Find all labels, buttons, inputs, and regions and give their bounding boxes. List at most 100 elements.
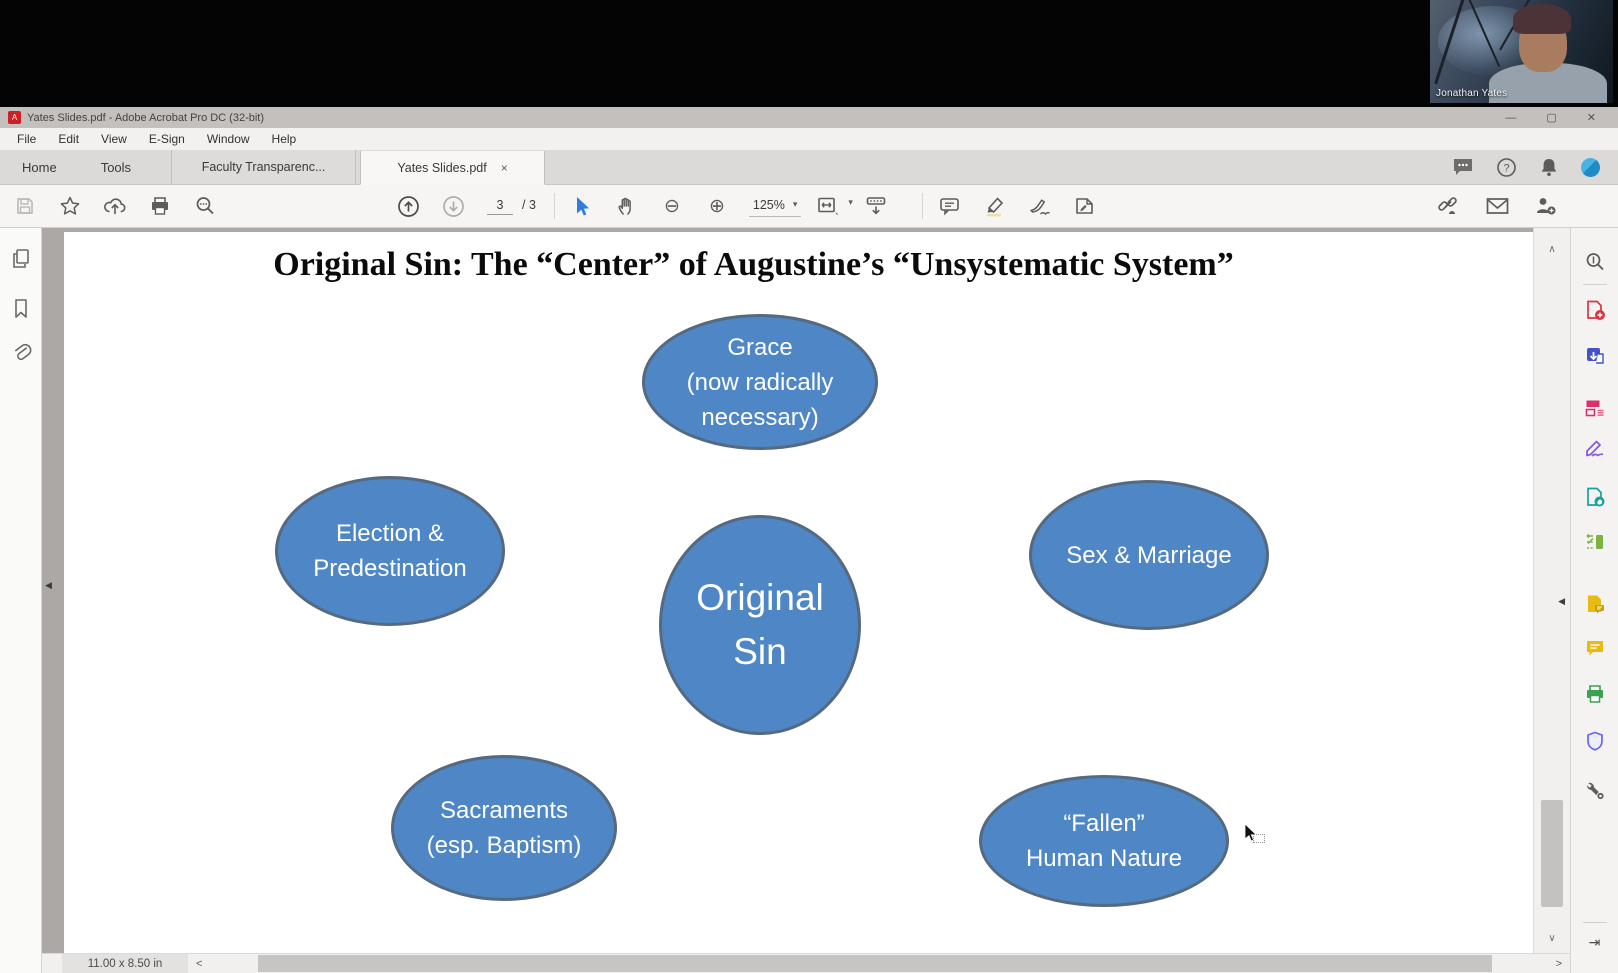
- protect-icon[interactable]: [1584, 730, 1606, 752]
- page-thumbnails-icon[interactable]: [9, 247, 33, 271]
- horizontal-scroll-thumb[interactable]: [258, 955, 1491, 972]
- toolbar: 3 / 3 ⊖ ⊕ 125% ▾ ▾: [0, 185, 1618, 228]
- menu-window[interactable]: Window: [196, 132, 261, 146]
- open-tools-panel-icon[interactable]: ⇥: [1571, 934, 1618, 951]
- stamp-tool-icon[interactable]: [1072, 192, 1098, 220]
- tab-home[interactable]: Home: [0, 150, 79, 184]
- workspace: ◀ Original Sin: The “Center” of Augustin…: [0, 228, 1618, 973]
- bubble-fallen-line: Human Nature: [1026, 841, 1182, 876]
- menu-file[interactable]: File: [6, 132, 47, 146]
- bubble-sacraments-line: Sacraments: [440, 793, 568, 828]
- search-icon[interactable]: [1584, 251, 1606, 273]
- pdf-page: Original Sin: The “Center” of Augustine’…: [64, 232, 1533, 953]
- bubble-original-sin: Original Sin: [659, 515, 861, 735]
- bubble-sex-marriage-line: Sex & Marriage: [1066, 538, 1231, 573]
- send-for-comments-icon[interactable]: [1584, 486, 1606, 508]
- organize-pages-icon[interactable]: [1584, 397, 1606, 419]
- sign-pen-icon[interactable]: [1027, 192, 1053, 220]
- tab-yates-slides-label: Yates Slides.pdf: [397, 161, 486, 175]
- bubble-sacraments-line: (esp. Baptism): [427, 828, 582, 863]
- share-with-others-icon[interactable]: [1534, 195, 1558, 217]
- scroll-down-icon[interactable]: ∨: [1534, 933, 1570, 944]
- vertical-scrollbar[interactable]: ∧ ◀ ∨: [1533, 228, 1570, 953]
- bubble-original-sin-line: Sin: [733, 625, 786, 679]
- titlebar: A Yates Slides.pdf - Adobe Acrobat Pro D…: [0, 107, 1618, 128]
- bookmarks-icon[interactable]: [9, 297, 33, 321]
- collapse-right-panel-icon[interactable]: ◀: [1558, 596, 1565, 607]
- tab-faculty-transparency[interactable]: Faculty Transparenc...: [171, 150, 356, 184]
- close-button[interactable]: ✕: [1587, 111, 1596, 124]
- bubble-election-line: Election &: [336, 516, 444, 551]
- menu-esign[interactable]: E-Sign: [138, 132, 196, 146]
- share-link-icon[interactable]: [1435, 194, 1461, 218]
- scroll-up-icon[interactable]: ∧: [1534, 244, 1570, 255]
- highlighter-icon[interactable]: [982, 192, 1008, 220]
- fit-caret-icon[interactable]: ▾: [848, 197, 853, 208]
- maximize-button[interactable]: ▢: [1546, 111, 1556, 124]
- find-icon[interactable]: [192, 192, 218, 220]
- notifications-bell-icon[interactable]: [1539, 157, 1559, 178]
- window-title: Yates Slides.pdf - Adobe Acrobat Pro DC …: [27, 112, 264, 124]
- collapse-left-panel-icon[interactable]: ◀: [45, 580, 52, 591]
- horizontal-scrollbar[interactable]: [210, 954, 1547, 973]
- page-number-input[interactable]: 3: [487, 198, 513, 215]
- print-production-icon[interactable]: [1584, 683, 1606, 705]
- menu-help[interactable]: Help: [261, 132, 308, 146]
- tab-tools[interactable]: Tools: [79, 150, 153, 184]
- request-signatures-icon[interactable]: [1584, 593, 1606, 615]
- minimize-button[interactable]: —: [1505, 112, 1516, 124]
- next-page-icon[interactable]: [440, 192, 466, 220]
- enhance-scans-icon[interactable]: [1584, 531, 1606, 553]
- menu-view[interactable]: View: [90, 132, 138, 146]
- attachments-paperclip-icon[interactable]: [9, 341, 33, 365]
- bubble-election-line: Predestination: [313, 551, 466, 586]
- create-pdf-icon[interactable]: [1584, 299, 1606, 321]
- page-total-label: / 3: [522, 198, 536, 212]
- star-favorite-icon[interactable]: [57, 192, 83, 220]
- bubble-election-predestination: Election & Predestination: [275, 476, 505, 626]
- account-avatar[interactable]: [1581, 158, 1600, 177]
- comment-icon[interactable]: [1584, 637, 1606, 659]
- print-icon[interactable]: [147, 192, 173, 220]
- share-upload-cloud-icon[interactable]: [102, 192, 128, 220]
- zoom-in-icon[interactable]: ⊕: [704, 192, 730, 220]
- zoom-caret-icon: ▾: [793, 199, 798, 210]
- scroll-right-icon[interactable]: >: [1548, 958, 1570, 970]
- previous-page-icon[interactable]: [395, 192, 421, 220]
- document-area: ◀ Original Sin: The “Center” of Augustin…: [42, 228, 1533, 953]
- left-panel-rail: [0, 228, 42, 973]
- tabbar: Home Tools Faculty Transparenc... Yates …: [0, 150, 1618, 185]
- webcam-video: Jonathan Yates: [1430, 0, 1613, 103]
- tab-close-icon[interactable]: ×: [501, 161, 508, 175]
- fit-width-icon[interactable]: [815, 192, 841, 220]
- email-icon[interactable]: [1485, 196, 1510, 216]
- svg-text:?: ?: [1503, 162, 1509, 174]
- scrolling-mode-icon[interactable]: [863, 192, 889, 220]
- webcam-name-label: Jonathan Yates: [1436, 88, 1507, 99]
- more-tools-icon[interactable]: [1584, 779, 1606, 801]
- tab-yates-slides[interactable]: Yates Slides.pdf ×: [360, 151, 545, 185]
- webcam-person-cap: [1513, 4, 1571, 34]
- scroll-left-icon[interactable]: <: [188, 958, 210, 970]
- save-icon[interactable]: [12, 192, 38, 220]
- statusbar: 11.00 x 8.50 in < >: [42, 953, 1570, 973]
- slide-title: Original Sin: The “Center” of Augustine’…: [64, 246, 1443, 284]
- bubble-grace-line: Grace: [727, 330, 792, 365]
- feedback-chat-icon[interactable]: [1452, 157, 1474, 177]
- select-tool-icon[interactable]: [569, 192, 595, 220]
- vertical-scroll-thumb[interactable]: [1541, 800, 1563, 907]
- hand-tool-icon[interactable]: [614, 192, 640, 220]
- screen: Jonathan Yates A Yates Slides.pdf - Adob…: [0, 0, 1618, 973]
- bubble-grace: Grace (now radically necessary): [642, 314, 878, 450]
- help-icon[interactable]: ?: [1496, 157, 1517, 178]
- export-pdf-icon[interactable]: [1584, 345, 1606, 367]
- zoom-out-icon[interactable]: ⊖: [659, 192, 685, 220]
- bubble-sex-marriage: Sex & Marriage: [1029, 480, 1269, 630]
- mouse-cursor: [1244, 824, 1258, 844]
- fill-sign-icon[interactable]: [1584, 437, 1606, 459]
- bubble-original-sin-line: Original: [696, 571, 824, 625]
- comment-note-icon[interactable]: [937, 192, 963, 220]
- zoom-level-value: 125%: [753, 198, 785, 212]
- menu-edit[interactable]: Edit: [47, 132, 90, 146]
- zoom-level-dropdown[interactable]: 125% ▾: [749, 196, 802, 217]
